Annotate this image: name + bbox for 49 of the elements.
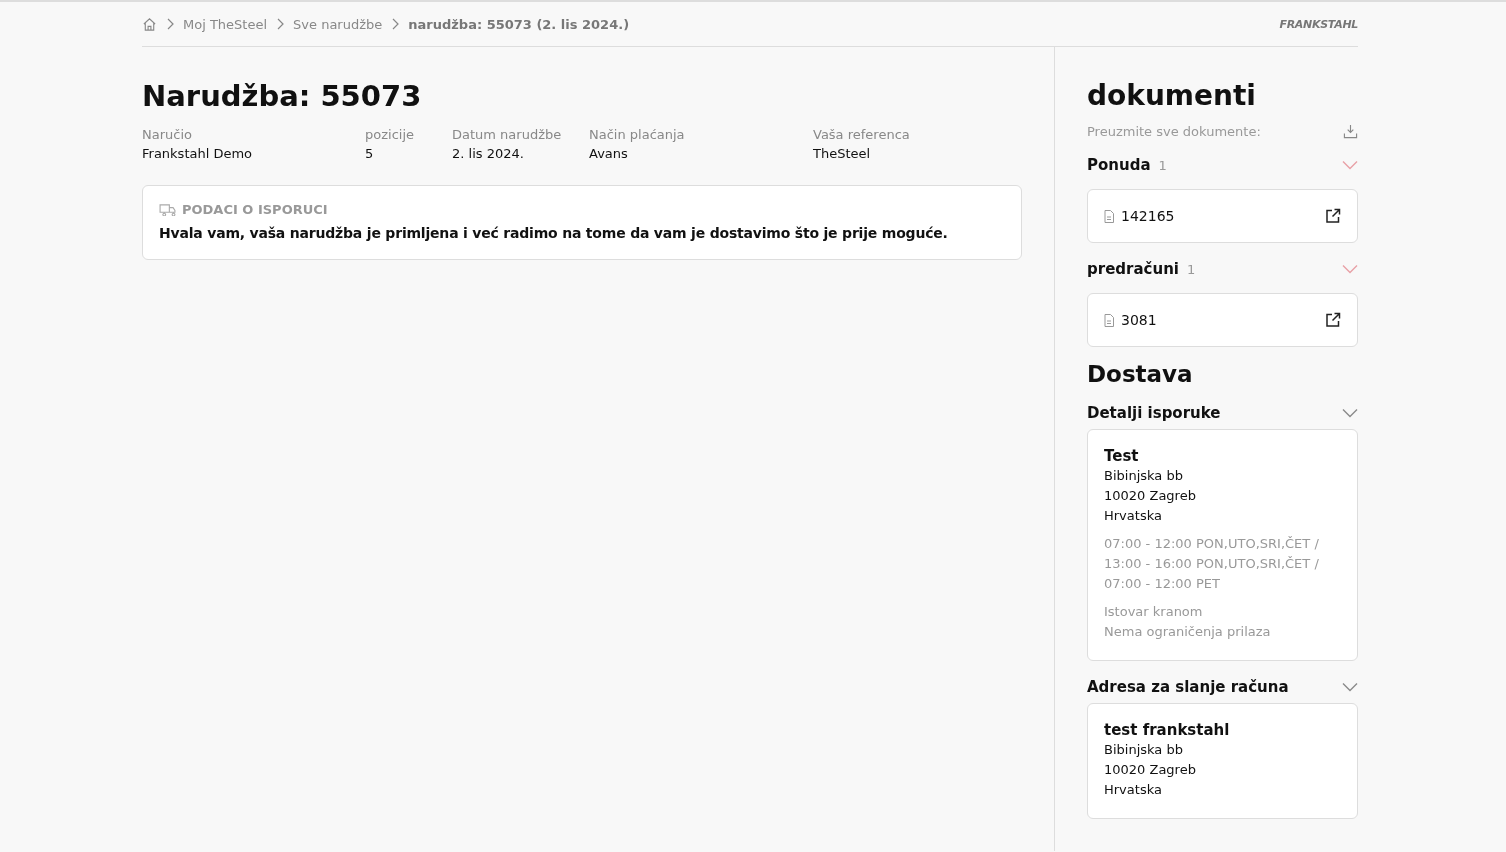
breadcrumb-link[interactable]: narudžba: 55073 (2. lis 2024.) (408, 16, 630, 32)
field-value: TheSteel (813, 146, 872, 161)
delivery-note: Nema ograničenja prilaza (1104, 623, 1272, 641)
document-item[interactable]: 142165 (1087, 189, 1358, 243)
field-label: Naručio (142, 127, 193, 142)
chevron-right-icon (166, 18, 174, 30)
download-icon[interactable] (1343, 124, 1358, 139)
file-icon (1104, 209, 1114, 223)
field-value: Avans (589, 146, 629, 161)
external-link-icon[interactable] (1325, 208, 1341, 224)
section-header[interactable]: Adresa za slanje računa (1087, 677, 1358, 697)
external-link-icon[interactable] (1325, 312, 1341, 328)
address-line: 10020 Zagreb (1104, 487, 1197, 505)
delivery-hours: 13:00 - 16:00 PON,UTO,SRI,ČET / (1104, 555, 1320, 573)
delivery-hours: 07:00 - 12:00 PET (1104, 575, 1221, 593)
document-item[interactable]: 3081 (1087, 293, 1358, 347)
document-group-header[interactable]: predračuni 1 (1087, 259, 1358, 279)
address-line: Hrvatska (1104, 781, 1163, 799)
file-icon (1104, 313, 1114, 327)
chevron-right-icon (276, 18, 285, 30)
section-header[interactable]: Detalji isporuke (1087, 403, 1358, 423)
field-label: pozicije (365, 127, 415, 142)
field-value: 2. lis 2024. (452, 146, 525, 161)
documents-title: dokumenti (1087, 79, 1257, 112)
address-line: Bibinjska bb (1104, 741, 1184, 759)
notice-message: Hvala vam, vaša narudžba je primljena i već radimo na tome da vam je dostavimo što je prije moguće. (159, 225, 949, 241)
field-value: Frankstahl Demo (142, 146, 254, 161)
field-value: 5 (365, 146, 375, 161)
address-line: 10020 Zagreb (1104, 761, 1197, 779)
address-line: Hrvatska (1104, 507, 1163, 525)
document-group-header[interactable]: Ponuda 1 (1087, 155, 1358, 175)
delivery-note: Istovar kranom (1104, 603, 1204, 621)
field-label: Način plaćanja (589, 127, 686, 142)
address-name: Test (1104, 446, 1140, 466)
delivery-title: Dostava (1087, 361, 1194, 387)
download-all-label: Preuzmite sve dokumente: (1087, 124, 1261, 139)
document-number: 142165 (1121, 208, 1176, 224)
address-line: Bibinjska bb (1104, 467, 1184, 485)
address-name: test frankstahl (1104, 720, 1231, 740)
field-label: Datum narudžbe (452, 127, 563, 142)
chevron-right-icon (391, 18, 400, 30)
order-title: Narudžba: 55073 (142, 79, 423, 113)
truck-icon (159, 203, 176, 216)
home-icon[interactable] (142, 16, 157, 32)
logo: FRANKSTAHL (1279, 17, 1358, 31)
notice-heading: PODACI O ISPORUCI (182, 202, 328, 217)
document-number: 3081 (1121, 312, 1158, 328)
delivery-hours: 07:00 - 12:00 PON,UTO,SRI,ČET / (1104, 535, 1320, 553)
field-label: Vaša referenca (813, 127, 910, 142)
